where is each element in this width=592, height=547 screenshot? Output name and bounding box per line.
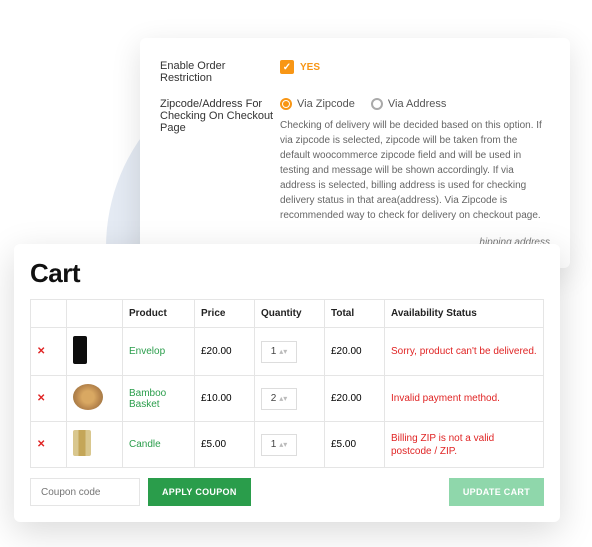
radio-via-address[interactable]: Via Address bbox=[371, 98, 447, 110]
remove-icon[interactable]: ✕ bbox=[37, 393, 45, 404]
table-row: ✕ Bamboo Basket £10.00 2 ▴▾ £20.00 Inval… bbox=[31, 376, 544, 422]
availability-status: Sorry, product can't be delivered. bbox=[391, 346, 537, 357]
availability-status: Invalid payment method. bbox=[391, 393, 500, 404]
availability-status: Billing ZIP is not a valid postcode / ZI… bbox=[391, 433, 494, 457]
zipcode-label: Zipcode/Address For Checking On Checkout… bbox=[160, 98, 280, 223]
total-cell: £20.00 bbox=[325, 328, 385, 376]
table-row: ✕ Envelop £20.00 1 ▴▾ £20.00 Sorry, prod… bbox=[31, 328, 544, 376]
radio-icon-unselected bbox=[371, 98, 383, 110]
radio-icon-selected bbox=[280, 98, 292, 110]
yes-label: YES bbox=[300, 62, 320, 73]
product-link[interactable]: Candle bbox=[129, 439, 161, 450]
enable-order-label: Enable Order Restriction bbox=[160, 60, 280, 84]
check-icon: ✓ bbox=[280, 60, 294, 74]
header-availability: Availability Status bbox=[385, 300, 544, 328]
table-row: ✕ Candle £5.00 1 ▴▾ £5.00 Billing ZIP is… bbox=[31, 422, 544, 468]
apply-coupon-button[interactable]: APPLY COUPON bbox=[148, 478, 251, 506]
product-image[interactable] bbox=[73, 430, 91, 456]
zipcode-row: Zipcode/Address For Checking On Checkout… bbox=[160, 98, 550, 223]
header-price: Price bbox=[195, 300, 255, 328]
total-cell: £20.00 bbox=[325, 376, 385, 422]
header-remove bbox=[31, 300, 67, 328]
price-cell: £10.00 bbox=[195, 376, 255, 422]
quantity-stepper[interactable]: 2 ▴▾ bbox=[261, 388, 297, 410]
price-cell: £5.00 bbox=[195, 422, 255, 468]
remove-icon[interactable]: ✕ bbox=[37, 439, 45, 450]
header-total: Total bbox=[325, 300, 385, 328]
settings-panel: Enable Order Restriction ✓ YES Zipcode/A… bbox=[140, 38, 570, 268]
remove-icon[interactable]: ✕ bbox=[37, 346, 45, 357]
cart-title: Cart bbox=[30, 258, 544, 289]
total-cell: £5.00 bbox=[325, 422, 385, 468]
product-link[interactable]: Bamboo Basket bbox=[129, 388, 166, 410]
cart-panel: Cart Product Price Quantity Total Availa… bbox=[14, 244, 560, 522]
yes-checkbox[interactable]: ✓ YES bbox=[280, 60, 320, 74]
table-header-row: Product Price Quantity Total Availabilit… bbox=[31, 300, 544, 328]
cart-actions: APPLY COUPON UPDATE CART bbox=[30, 478, 544, 506]
header-image bbox=[67, 300, 123, 328]
price-cell: £20.00 bbox=[195, 328, 255, 376]
coupon-input[interactable] bbox=[30, 478, 140, 506]
product-link[interactable]: Envelop bbox=[129, 346, 165, 357]
header-quantity: Quantity bbox=[255, 300, 325, 328]
quantity-stepper[interactable]: 1 ▴▾ bbox=[261, 341, 297, 363]
radio-group: Via Zipcode Via Address bbox=[280, 98, 550, 110]
enable-order-row: Enable Order Restriction ✓ YES bbox=[160, 60, 550, 84]
help-text: Checking of delivery will be decided bas… bbox=[280, 118, 550, 223]
header-product: Product bbox=[123, 300, 195, 328]
quantity-stepper[interactable]: 1 ▴▾ bbox=[261, 434, 297, 456]
cart-table: Product Price Quantity Total Availabilit… bbox=[30, 299, 544, 468]
radio-via-zipcode[interactable]: Via Zipcode bbox=[280, 98, 355, 110]
update-cart-button[interactable]: UPDATE CART bbox=[449, 478, 544, 506]
product-image[interactable] bbox=[73, 384, 103, 410]
product-image[interactable] bbox=[73, 336, 87, 364]
